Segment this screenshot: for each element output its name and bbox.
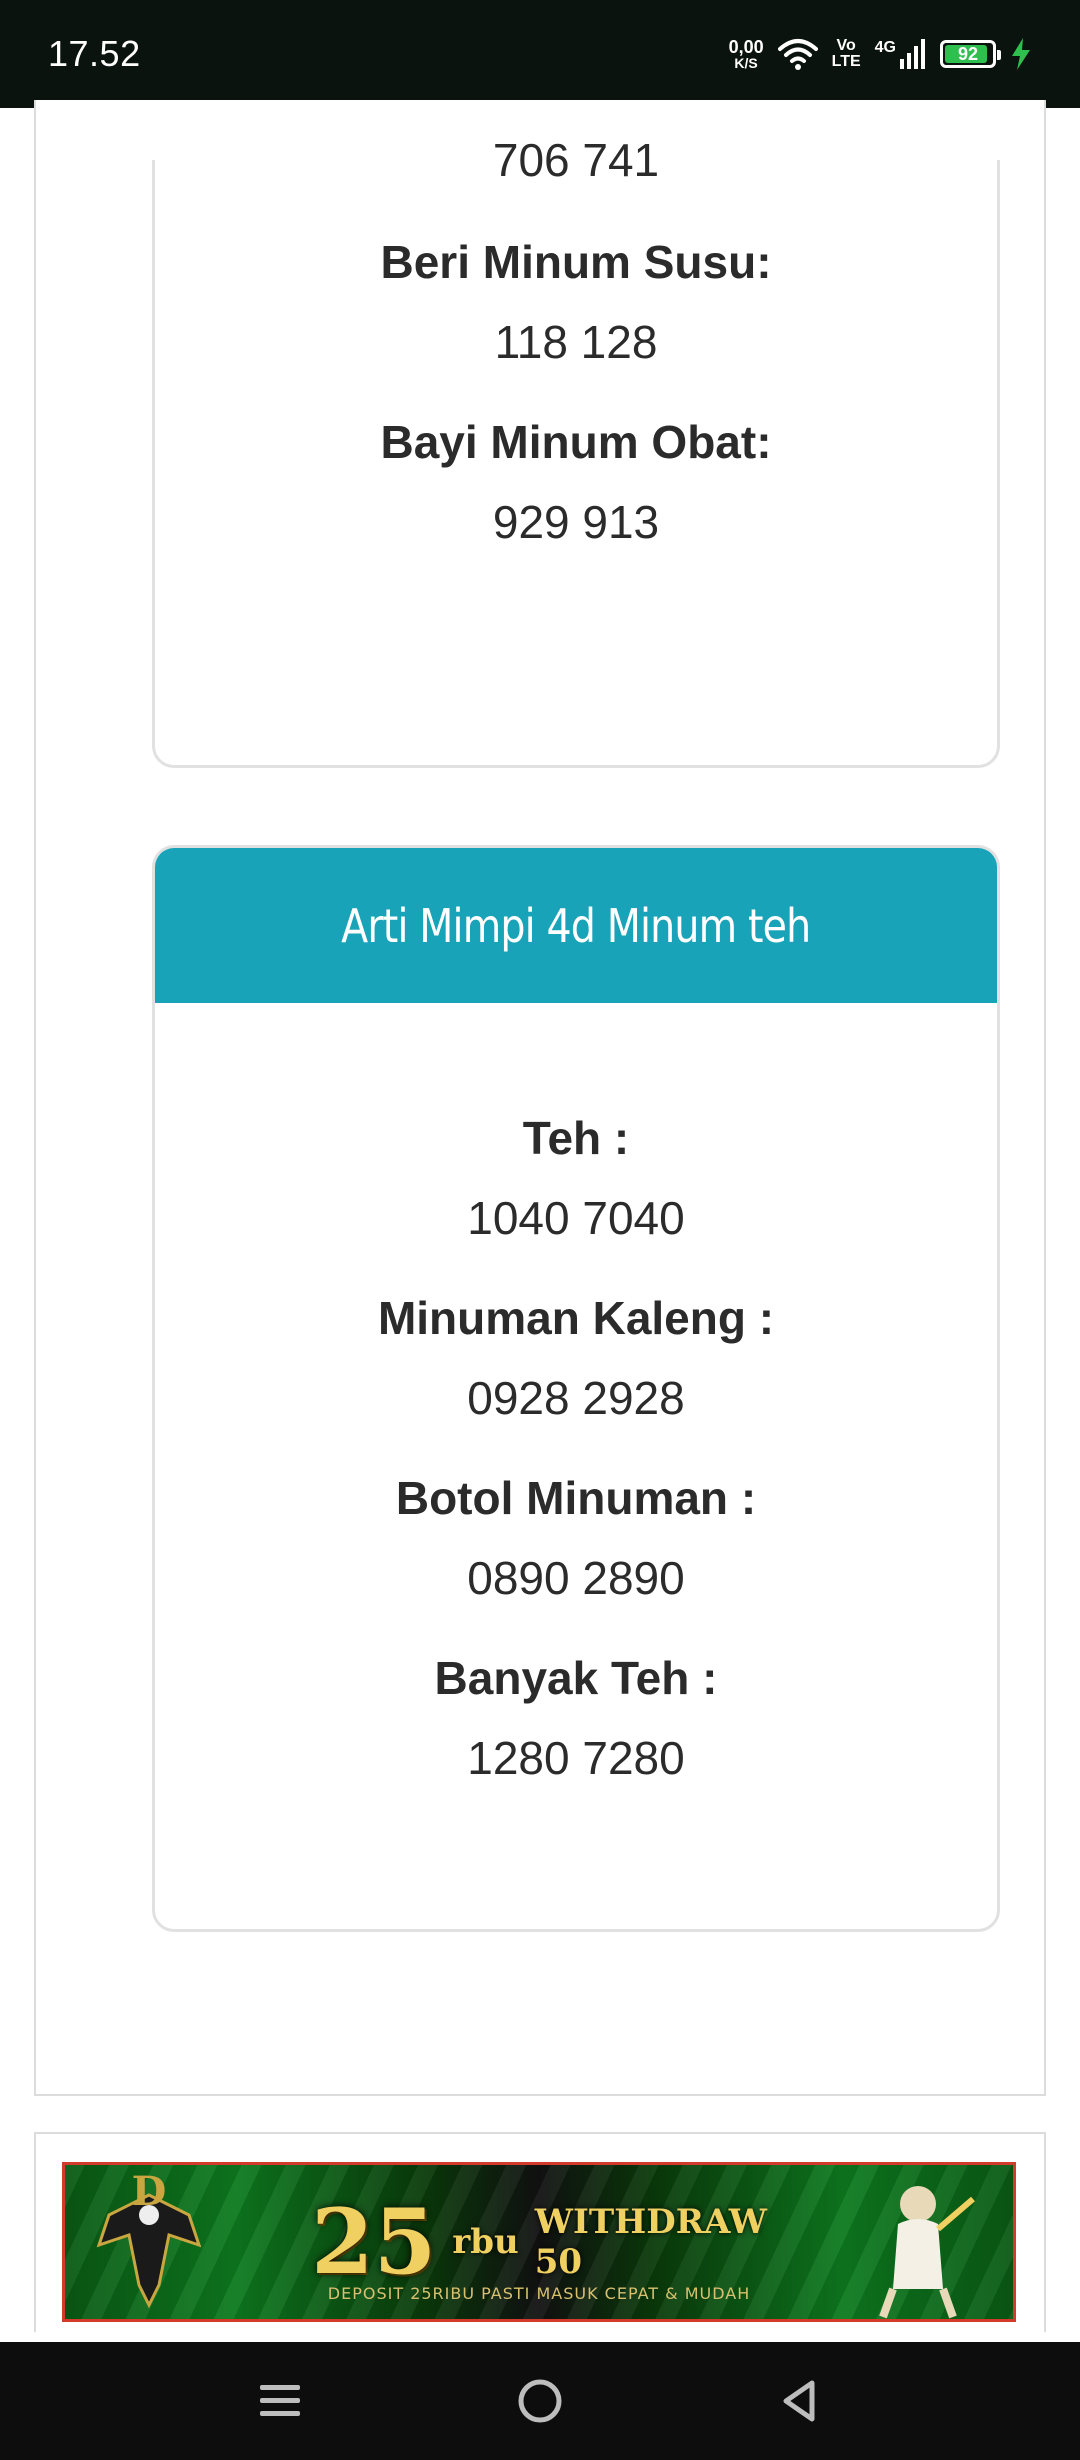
- dream-card-minum-teh: Arti Mimpi 4d Minum teh Teh : 1040 7040 …: [152, 845, 1000, 1932]
- back-button[interactable]: [755, 2356, 845, 2446]
- entry-value: 706 741: [492, 134, 660, 186]
- entry-label: Banyak Teh :: [434, 1652, 718, 1704]
- content-frame: 706 741 Beri Minum Susu: 118 128 Bayi Mi…: [34, 100, 1046, 2096]
- entry-label: Botol Minuman :: [395, 1472, 757, 1524]
- net-speed-value: 0,00: [728, 37, 764, 57]
- system-nav-bar: [0, 2342, 1080, 2460]
- entry-list: Teh : 1040 7040 Minuman Kaleng : 0928 29…: [155, 1098, 997, 1798]
- entry-value: 0928 2928: [467, 1372, 685, 1424]
- banner-number: 25: [311, 2189, 437, 2295]
- entry-label: Bayi Minum Obat:: [380, 416, 772, 468]
- entry-value: 118 128: [494, 316, 658, 368]
- entry-value: 1040 7040: [467, 1192, 685, 1244]
- dream-card-previous: 706 741 Beri Minum Susu: 118 128 Bayi Mi…: [152, 134, 1000, 768]
- svg-text:D: D: [132, 2175, 167, 2215]
- volte-top: Vo: [836, 37, 856, 54]
- ad-banner[interactable]: D 25 rbu WITHDRAW 50 DEPOSIT 25RIBU PAST…: [62, 2162, 1016, 2322]
- net-speed-unit: K/S: [734, 55, 758, 71]
- entry-label: Beri Minum Susu:: [380, 236, 772, 288]
- volte-bottom: LTE: [831, 53, 861, 70]
- status-time: 17.52: [48, 33, 141, 74]
- signal-icon: [900, 39, 925, 69]
- battery-icon: 92: [940, 40, 1001, 68]
- entry: Botol Minuman : 0890 2890: [155, 1458, 997, 1618]
- entry-label: Minuman Kaleng :: [377, 1292, 775, 1344]
- entry: Bayi Minum Obat: 929 913: [155, 402, 997, 562]
- entry-list: 706 741 Beri Minum Susu: 118 128 Bayi Mi…: [155, 120, 997, 562]
- menu-icon: [260, 2385, 300, 2416]
- entry: Teh : 1040 7040: [155, 1098, 997, 1258]
- entry-label: Teh :: [522, 1112, 630, 1164]
- zeus-figure-icon: [879, 2186, 975, 2319]
- entry: 706 741: [155, 120, 997, 200]
- entry: Beri Minum Susu: 118 128: [155, 222, 997, 382]
- entry: Banyak Teh : 1280 7280: [155, 1638, 997, 1798]
- network-type: 4G: [874, 39, 896, 56]
- net-speed: 0,00 K/S: [729, 38, 764, 70]
- home-icon: [518, 2379, 562, 2423]
- status-icons: 0,00 K/S Vo LTE 4G 92: [729, 37, 1032, 71]
- banner-headline: 25 rbu WITHDRAW 50: [311, 2185, 767, 2299]
- entry-value: 0890 2890: [467, 1552, 685, 1604]
- wifi-icon: [777, 39, 818, 70]
- charging-icon: [1012, 38, 1030, 70]
- recents-button[interactable]: [235, 2356, 325, 2446]
- card-title: Arti Mimpi 4d Minum teh: [341, 898, 811, 953]
- battery-level: 92: [957, 43, 979, 64]
- status-bar: 17.52 0,00 K/S Vo LTE 4G 92: [0, 0, 1080, 108]
- entry-value: 1280 7280: [467, 1732, 685, 1784]
- card-header: Arti Mimpi 4d Minum teh: [155, 848, 997, 1003]
- volte-indicator: Vo LTE: [832, 38, 861, 70]
- entry: Minuman Kaleng : 0928 2928: [155, 1278, 997, 1438]
- banner-number-suffix: rbu: [452, 2222, 519, 2262]
- entry-value: 929 913: [492, 496, 660, 548]
- signal-indicator: 4G: [875, 39, 926, 69]
- banner-headline-text: WITHDRAW 50: [534, 2202, 767, 2282]
- home-button[interactable]: [495, 2356, 585, 2446]
- back-icon: [783, 2380, 815, 2422]
